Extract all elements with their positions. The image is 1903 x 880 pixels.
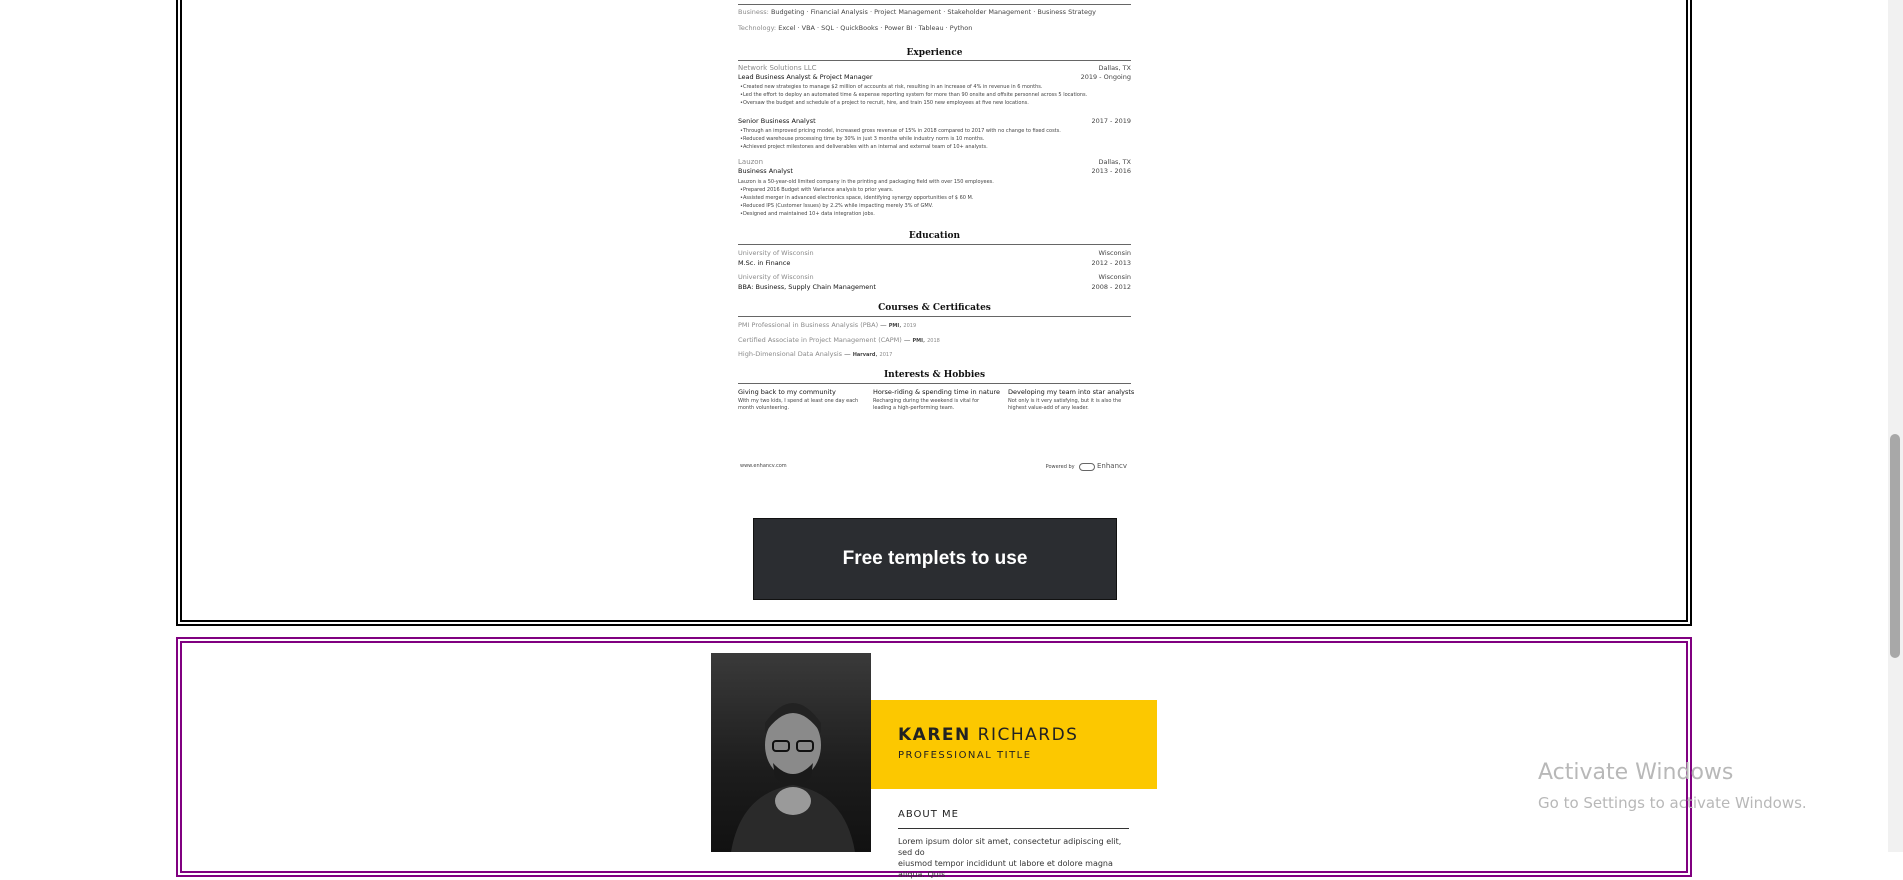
interest-desc: highest value-add of any leader. xyxy=(1008,405,1089,411)
job-bullet: Led the effort to deploy an automated ti… xyxy=(740,92,1087,98)
edu-dates: 2008 - 2012 xyxy=(1091,283,1131,291)
job-bullet: Designed and maintained 10+ data integra… xyxy=(740,211,875,217)
job-dates: 2017 - 2019 xyxy=(1091,117,1131,125)
education-rule xyxy=(738,244,1131,245)
footer-site: www.enhancv.com xyxy=(740,463,787,469)
interests-rule xyxy=(738,383,1131,384)
footer-powered: Powered by Enhancv xyxy=(1045,462,1127,471)
scrollbar-track[interactable] xyxy=(1888,0,1903,852)
job-bullet: Oversaw the budget and schedule of a pro… xyxy=(740,100,1029,106)
job-bullet: Created new strategies to manage $2 mill… xyxy=(740,84,1043,90)
job-bullet: Reduced IPS (Customer Issues) by 2.2% wh… xyxy=(740,203,933,209)
courses-rule xyxy=(738,316,1131,317)
job-bullet: Reduced warehouse processing time by 30%… xyxy=(740,136,984,142)
interest-title: Horse-riding & spending time in nature xyxy=(873,388,1001,396)
job-company: Network Solutions LLC xyxy=(738,64,817,72)
about-text: Lorem ipsum dolor sit amet, consectetur … xyxy=(898,837,1122,879)
education-heading: Education xyxy=(908,231,961,241)
edu-degree: BBA: Business, Supply Chain Management xyxy=(738,283,876,291)
edu-location: Wisconsin xyxy=(1098,273,1131,281)
edu-school: University of Wisconsin xyxy=(738,249,814,257)
job-intro: Lauzon is a 50-year-old limited company … xyxy=(738,179,994,185)
experience-heading: Experience xyxy=(906,48,963,58)
candidate-name: KAREN RICHARDS xyxy=(898,725,1079,745)
course-item: PMI Professional in Business Analysis (P… xyxy=(738,321,917,329)
interest-desc: With my two kids, I spend at least one d… xyxy=(738,398,859,404)
interest-title: Giving back to my community xyxy=(738,388,836,396)
about-rule xyxy=(898,828,1129,829)
edu-degree: M.Sc. in Finance xyxy=(738,259,791,267)
course-item: High-Dimensional Data Analysis — Harvard… xyxy=(738,350,893,358)
activate-windows-subtitle: Go to Settings to activate Windows. xyxy=(1538,794,1807,812)
job-bullet: Achieved project milestones and delivera… xyxy=(740,144,988,150)
job-location: Dallas, TX xyxy=(1098,158,1131,166)
course-item: Certified Associate in Project Managemen… xyxy=(738,336,940,344)
person-silhouette-icon xyxy=(731,703,855,852)
skills-technology: Technology: Excel · VBA · SQL · QuickBoo… xyxy=(738,24,973,32)
enhancv-logo-icon xyxy=(1079,462,1096,471)
job-dates: 2019 - Ongoing xyxy=(1080,73,1131,81)
job-role: Senior Business Analyst xyxy=(738,117,816,125)
interest-desc: month volunteering. xyxy=(738,405,790,411)
job-location: Dallas, TX xyxy=(1098,64,1131,72)
interest-desc: Recharging during the weekend is vital f… xyxy=(873,398,980,404)
professional-title: PROFESSIONAL TITLE xyxy=(898,750,1032,761)
interest-desc: leading a high-performing team. xyxy=(873,405,955,411)
job-bullet: Prepared 2016 Budget with Variance analy… xyxy=(740,187,893,193)
interests-heading: Interests & Hobbies xyxy=(883,370,986,380)
skills-rule xyxy=(738,4,1131,5)
job-bullet: Assisted merger in advanced electronics … xyxy=(740,195,973,201)
free-templates-button[interactable]: Free templets to use xyxy=(753,518,1117,600)
skills-business: Business: Budgeting · Financial Analysis… xyxy=(738,8,1096,16)
edu-dates: 2012 - 2013 xyxy=(1091,259,1131,267)
job-company: Lauzon xyxy=(738,158,764,166)
about-heading: ABOUT ME xyxy=(898,809,959,820)
experience-rule xyxy=(738,60,1131,61)
job-role: Lead Business Analyst & Project Manager xyxy=(738,73,873,81)
job-dates: 2013 - 2016 xyxy=(1091,167,1131,175)
edu-location: Wisconsin xyxy=(1098,249,1131,257)
scrollbar-thumb[interactable] xyxy=(1890,434,1900,658)
job-role: Business Analyst xyxy=(738,167,793,175)
interest-desc: Not only is it very satisfying, but it i… xyxy=(1008,398,1122,404)
edu-school: University of Wisconsin xyxy=(738,273,814,281)
profile-photo xyxy=(711,653,871,852)
courses-heading: Courses & Certificates xyxy=(878,303,991,313)
interest-title: Developing my team into star analysts xyxy=(1008,388,1135,396)
activate-windows-title: Activate Windows xyxy=(1538,760,1734,785)
job-bullet: Through an improved pricing model, incre… xyxy=(740,128,1061,134)
